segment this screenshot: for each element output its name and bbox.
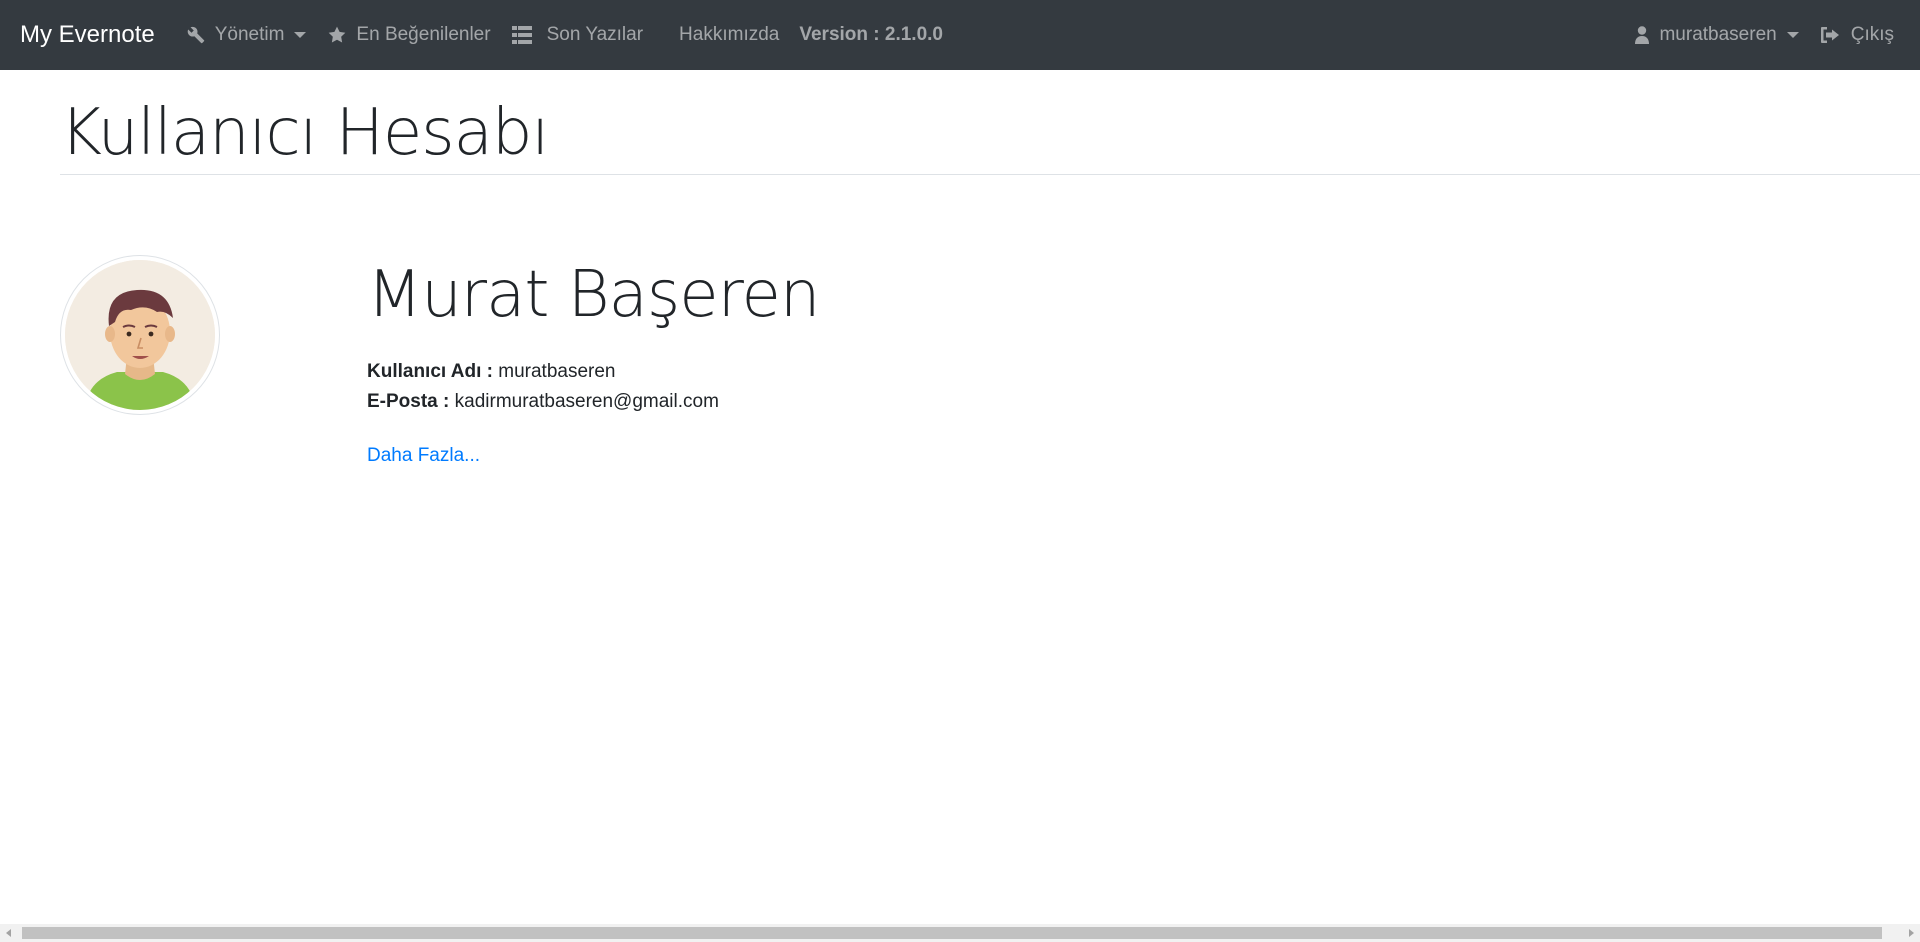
version-text: Version : 2.1.0.0 (799, 24, 943, 45)
username-row: Kullanıcı Adı : muratbaseren (367, 357, 819, 387)
nav-en-begenilenler[interactable]: En Beğenilenler (326, 24, 491, 46)
email-label: E-Posta : (367, 391, 450, 412)
profile-fullname: Murat Başeren (367, 258, 820, 332)
scroll-right-icon[interactable] (1909, 929, 1914, 937)
avatar-illustration (65, 260, 215, 410)
brand-link[interactable]: My Evernote (20, 21, 155, 49)
more-link[interactable]: Daha Fazla... (367, 445, 480, 467)
horizontal-scrollbar[interactable] (0, 924, 1920, 942)
wrench-icon (185, 24, 207, 46)
nav-en-begenilenler-label: En Beğenilenler (356, 24, 491, 45)
user-icon (1631, 24, 1653, 46)
username-value: muratbaseren (498, 361, 616, 382)
star-icon (326, 24, 348, 46)
avatar (60, 255, 220, 415)
chevron-down-icon (294, 32, 307, 38)
profile-section: Murat Başeren Kullanıcı Adı : muratbaser… (60, 175, 1920, 675)
top-navbar: My Evernote Yönetim En Beğenilenler Son … (0, 0, 1920, 70)
user-menu-dropdown[interactable]: muratbaseren (1631, 24, 1799, 46)
logout-link[interactable]: Çıkış (1819, 24, 1894, 46)
email-value: kadirmuratbaseren@gmail.com (454, 391, 719, 412)
logout-label: Çıkış (1850, 24, 1894, 45)
scroll-left-icon[interactable] (6, 929, 11, 937)
chevron-down-icon (1786, 32, 1799, 38)
main-content: Kullanıcı Hesabı Murat Başeren Kullanıcı… (60, 70, 1920, 675)
email-row: E-Posta : kadirmuratbaseren@gmail.com (367, 387, 819, 417)
nav-son-yazilar[interactable]: Son Yazılar (511, 24, 643, 46)
page-title: Kullanıcı Hesabı (60, 96, 549, 170)
nav-yonetim-label: Yönetim (214, 24, 285, 45)
nav-yonetim-dropdown[interactable]: Yönetim (185, 24, 307, 46)
nav-hakkimizda-label: Hakkımızda (679, 24, 780, 45)
list-icon (511, 24, 533, 46)
username-label: Kullanıcı Adı : (367, 361, 493, 382)
user-menu-label: muratbaseren (1659, 24, 1777, 45)
profile-info: Murat Başeren Kullanıcı Adı : muratbaser… (367, 255, 820, 467)
nav-son-yazilar-label: Son Yazılar (546, 24, 644, 45)
scrollbar-thumb[interactable] (22, 927, 1882, 939)
sign-out-icon (1819, 24, 1841, 46)
avatar-image (65, 260, 215, 410)
nav-hakkimizda[interactable]: Hakkımızda (679, 24, 779, 46)
